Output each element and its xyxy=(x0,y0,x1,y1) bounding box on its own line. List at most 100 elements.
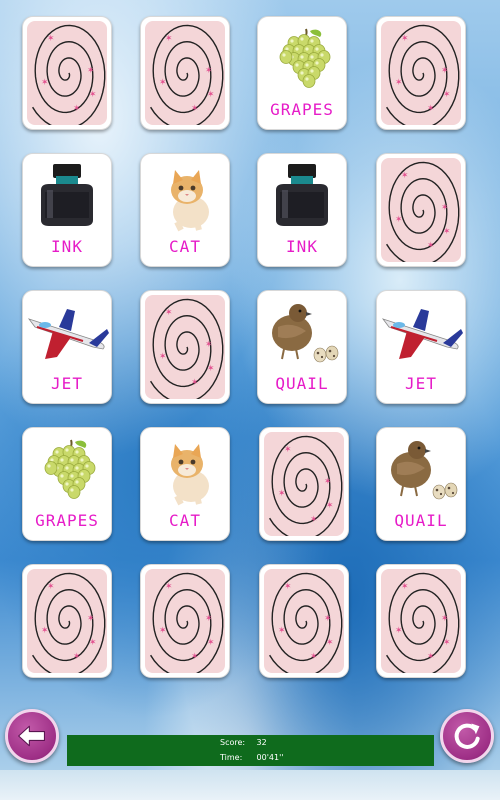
card-label: GRAPES xyxy=(35,511,99,530)
spiral-pattern: ✶ ✶ ✶ ✶ ✶ xyxy=(150,298,224,399)
bottom-strip xyxy=(0,770,500,800)
card-face-down[interactable]: ✶ ✶ ✶ ✶ ✶ xyxy=(376,153,466,267)
star-icon: ✶ xyxy=(443,227,451,237)
card-label: INK xyxy=(286,237,318,256)
card-grapes[interactable]: GRAPES xyxy=(22,427,112,541)
star-icon: ✶ xyxy=(191,378,199,388)
back-arrow-icon xyxy=(18,725,45,747)
star-icon: ✶ xyxy=(89,90,97,100)
card-jet[interactable]: JET xyxy=(22,290,112,404)
score-label: Score: xyxy=(220,738,246,747)
star-icon: ✶ xyxy=(207,638,215,648)
star-icon: ✶ xyxy=(441,66,449,76)
card-face-down[interactable]: ✶ ✶ ✶ ✶ ✶ xyxy=(376,16,466,130)
star-icon: ✶ xyxy=(165,308,173,318)
card-jet[interactable]: JET xyxy=(376,290,466,404)
star-icon: ✶ xyxy=(441,614,449,624)
star-icon: ✶ xyxy=(427,241,435,251)
card-quail[interactable]: QUAIL xyxy=(376,427,466,541)
card-back-pattern: ✶ ✶ ✶ ✶ ✶ xyxy=(27,569,107,673)
star-icon: ✶ xyxy=(395,215,403,225)
grapes-icon xyxy=(23,434,111,506)
jet-icon xyxy=(377,297,465,369)
star-icon: ✶ xyxy=(73,104,81,114)
star-icon: ✶ xyxy=(87,614,95,624)
card-label: JET xyxy=(51,374,83,393)
star-icon: ✶ xyxy=(284,445,292,455)
star-icon: ✶ xyxy=(326,501,334,511)
card-back-pattern: ✶ ✶ ✶ ✶ ✶ xyxy=(264,432,344,536)
star-icon: ✶ xyxy=(159,352,167,362)
star-icon: ✶ xyxy=(278,489,286,499)
star-icon: ✶ xyxy=(89,638,97,648)
star-icon: ✶ xyxy=(324,614,332,624)
star-icon: ✶ xyxy=(47,34,55,44)
card-label: JET xyxy=(405,374,437,393)
card-face-down[interactable]: ✶ ✶ ✶ ✶ ✶ xyxy=(140,564,230,678)
kitten-icon xyxy=(141,434,229,506)
card-back-pattern: ✶ ✶ ✶ ✶ ✶ xyxy=(145,21,225,125)
score-row: Score: 32 xyxy=(220,738,267,747)
back-button[interactable] xyxy=(5,709,59,763)
card-grapes[interactable]: GRAPES xyxy=(257,16,347,130)
star-icon: ✶ xyxy=(443,638,451,648)
spiral-pattern: ✶ ✶ ✶ ✶ ✶ xyxy=(269,435,343,536)
card-label: INK xyxy=(51,237,83,256)
star-icon: ✶ xyxy=(47,582,55,592)
star-icon: ✶ xyxy=(41,78,49,88)
spiral-pattern: ✶ ✶ ✶ ✶ ✶ xyxy=(386,24,460,125)
spiral-pattern: ✶ ✶ ✶ ✶ ✶ xyxy=(150,24,224,125)
star-icon: ✶ xyxy=(427,104,435,114)
spiral-pattern: ✶ ✶ ✶ ✶ ✶ xyxy=(32,572,106,673)
star-icon: ✶ xyxy=(395,626,403,636)
star-icon: ✶ xyxy=(191,652,199,662)
card-face-down[interactable]: ✶ ✶ ✶ ✶ ✶ xyxy=(22,564,112,678)
card-cat[interactable]: CAT xyxy=(140,427,230,541)
card-label: QUAIL xyxy=(275,374,329,393)
star-icon: ✶ xyxy=(278,626,286,636)
star-icon: ✶ xyxy=(401,582,409,592)
ink-bottle-icon xyxy=(258,160,346,232)
card-face-down[interactable]: ✶ ✶ ✶ ✶ ✶ xyxy=(22,16,112,130)
star-icon: ✶ xyxy=(441,203,449,213)
spiral-pattern: ✶ ✶ ✶ ✶ ✶ xyxy=(386,572,460,673)
star-icon: ✶ xyxy=(205,340,213,350)
star-icon: ✶ xyxy=(165,582,173,592)
card-face-down[interactable]: ✶ ✶ ✶ ✶ ✶ xyxy=(140,16,230,130)
star-icon: ✶ xyxy=(427,652,435,662)
spiral-pattern: ✶ ✶ ✶ ✶ ✶ xyxy=(386,161,460,262)
card-ink[interactable]: INK xyxy=(22,153,112,267)
card-back-pattern: ✶ ✶ ✶ ✶ ✶ xyxy=(27,21,107,125)
star-icon: ✶ xyxy=(159,626,167,636)
star-icon: ✶ xyxy=(401,34,409,44)
card-quail[interactable]: QUAIL xyxy=(257,290,347,404)
star-icon: ✶ xyxy=(401,171,409,181)
card-back-pattern: ✶ ✶ ✶ ✶ ✶ xyxy=(381,569,461,673)
ink-bottle-icon xyxy=(23,160,111,232)
time-value: 00'41'' xyxy=(256,753,284,762)
restart-icon xyxy=(454,723,480,749)
card-face-down[interactable]: ✶ ✶ ✶ ✶ ✶ xyxy=(259,564,349,678)
score-value: 32 xyxy=(256,738,267,747)
spiral-pattern: ✶ ✶ ✶ ✶ ✶ xyxy=(269,572,343,673)
star-icon: ✶ xyxy=(191,104,199,114)
card-ink[interactable]: INK xyxy=(257,153,347,267)
restart-button[interactable] xyxy=(440,709,494,763)
card-cat[interactable]: CAT xyxy=(140,153,230,267)
card-face-down[interactable]: ✶ ✶ ✶ ✶ ✶ xyxy=(376,564,466,678)
card-face-down[interactable]: ✶ ✶ ✶ ✶ ✶ xyxy=(259,427,349,541)
star-icon: ✶ xyxy=(326,638,334,648)
grapes-icon xyxy=(258,23,346,95)
card-back-pattern: ✶ ✶ ✶ ✶ ✶ xyxy=(381,21,461,125)
star-icon: ✶ xyxy=(443,90,451,100)
jet-icon xyxy=(23,297,111,369)
card-back-pattern: ✶ ✶ ✶ ✶ ✶ xyxy=(381,158,461,262)
card-label: QUAIL xyxy=(394,511,448,530)
star-icon: ✶ xyxy=(205,614,213,624)
spiral-pattern: ✶ ✶ ✶ ✶ ✶ xyxy=(150,572,224,673)
quail-icon xyxy=(258,297,346,369)
status-bar: Score: 32 Time: 00'41'' xyxy=(67,735,434,766)
card-face-down[interactable]: ✶ ✶ ✶ ✶ ✶ xyxy=(140,290,230,404)
time-label: Time: xyxy=(220,753,243,762)
star-icon: ✶ xyxy=(207,364,215,374)
